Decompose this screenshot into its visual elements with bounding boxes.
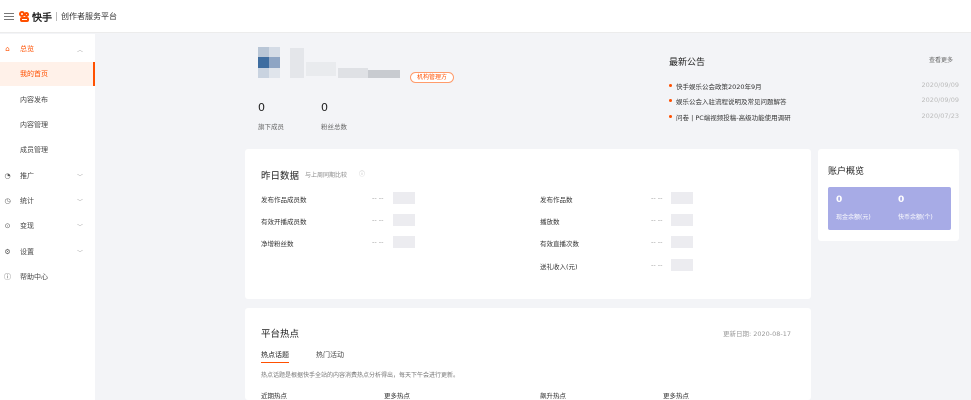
sidebar-item-publish[interactable]: 内容发布 — [0, 88, 95, 112]
sidebar-item-label: 帮助中心 — [20, 273, 48, 281]
sidebar-item-members[interactable]: 成员管理 — [0, 138, 95, 162]
platform-title: 创作者服务平台 — [61, 11, 117, 21]
sidebar-item-promote[interactable]: ◔ 推广 ﹀ — [0, 164, 95, 188]
flame-icon: ◔ — [4, 172, 11, 180]
coin-balance: 0 — [898, 195, 905, 205]
sidebar-item-statistics[interactable]: ◷ 统计 ﹀ — [0, 189, 95, 213]
sidebar-item-label: 内容发布 — [20, 96, 48, 104]
chevron-down-icon: ﹀ — [76, 224, 83, 231]
metric-redacted — [393, 192, 415, 204]
cash-balance: 0 — [836, 195, 843, 205]
bullet-dot — [669, 84, 672, 87]
hot-description: 热点话题是根据快手全站的内容消费热点分析得出，每天下午会进行更新。 — [261, 372, 460, 379]
fans-count: 0 — [321, 101, 328, 114]
money-icon: ⊙ — [4, 222, 11, 230]
metric-label: 播放数 — [540, 218, 560, 226]
metric-value: -- -- — [651, 238, 663, 246]
sidebar-item-label: 设置 — [20, 248, 34, 256]
member-count: 0 — [258, 101, 265, 114]
sidebar: ⌂ 总览 ︿ 我的首页 内容发布 内容管理 成员管理 ◔ 推广 ﹀ ◷ 统计 ﹀… — [0, 34, 95, 400]
metric-redacted — [393, 214, 415, 226]
kuaishou-logo-icon — [19, 10, 30, 22]
metric-label: 净增粉丝数 — [261, 240, 294, 248]
metric-value: -- -- — [372, 216, 384, 224]
sidebar-item-label: 总览 — [20, 45, 34, 53]
metric-value: -- -- — [372, 194, 384, 202]
sidebar-item-label: 内容管理 — [20, 121, 48, 129]
sidebar-item-label: 变现 — [20, 222, 34, 230]
metric-label: 发布作品数 — [540, 196, 573, 204]
announcement-date: 2020/09/09 — [921, 96, 959, 104]
menu-toggle-icon[interactable] — [4, 12, 14, 20]
header-divider — [56, 11, 57, 21]
brand-name: 快手 — [32, 12, 52, 24]
sidebar-item-content-manage[interactable]: 内容管理 — [0, 113, 95, 137]
metric-label: 有效开播成员数 — [261, 218, 307, 226]
tab-hot-events[interactable]: 热门活动 — [316, 350, 344, 360]
announcement-item[interactable]: 问卷 | PC端视频投稿-高级功能使用调研 2020/07/23 — [669, 112, 959, 124]
more-hot-link[interactable]: 更多热点 — [384, 390, 410, 400]
metric-redacted — [671, 259, 693, 271]
metric-value: -- -- — [651, 194, 663, 202]
announcement-text: 娱乐公会入驻流程说明及常见问题解答 — [676, 98, 787, 106]
avatar — [258, 47, 280, 78]
metric-redacted — [393, 236, 415, 248]
chevron-down-icon: ﹀ — [76, 174, 83, 181]
bullet-dot — [669, 115, 672, 118]
chart-icon: ◷ — [4, 197, 11, 205]
metric-redacted — [671, 214, 693, 226]
sidebar-item-label: 推广 — [20, 172, 34, 180]
member-count-label: 旗下成员 — [258, 123, 284, 131]
announcement-text: 问卷 | PC端视频投稿-高级功能使用调研 — [676, 114, 791, 122]
sidebar-item-label: 成员管理 — [20, 146, 48, 154]
logo[interactable]: 快手 — [19, 9, 52, 24]
announcements-title: 最新公告 — [669, 58, 706, 68]
metric-label: 发布作品成员数 — [261, 196, 307, 204]
metric-redacted — [671, 236, 693, 248]
metric-redacted — [671, 192, 693, 204]
chevron-up-icon: ︿ — [76, 47, 83, 54]
announcement-text: 快手娱乐公会政策2020年9月 — [676, 83, 762, 91]
column-header: 飙升热点 — [540, 392, 566, 400]
chevron-down-icon: ﹀ — [76, 199, 83, 206]
coin-balance-label: 快币余额(个) — [898, 214, 933, 221]
fans-count-label: 粉丝总数 — [321, 123, 347, 131]
platform-hot-title: 平台热点 — [261, 329, 300, 340]
metric-value: -- -- — [651, 261, 663, 269]
sidebar-item-overview[interactable]: ⌂ 总览 ︿ — [0, 37, 95, 61]
info-icon[interactable]: ⓘ — [359, 169, 365, 178]
yesterday-data-subtitle: 与上周同期比较 — [305, 172, 348, 179]
sidebar-item-help[interactable]: ⓘ 帮助中心 — [0, 265, 95, 289]
account-balance-panel: 0 现金余额(元) 0 快币余额(个) — [828, 187, 951, 230]
sidebar-item-my-home[interactable]: 我的首页 — [0, 62, 95, 86]
bullet-dot — [669, 99, 672, 102]
update-date: 更新日期: 2020-08-17 — [723, 330, 792, 338]
announcements-more-link[interactable]: 查看更多 — [929, 55, 953, 64]
metric-value: -- -- — [372, 238, 384, 246]
help-icon: ⓘ — [4, 273, 11, 281]
role-badge: 机构管理方 — [410, 72, 455, 83]
sidebar-item-label: 我的首页 — [20, 70, 48, 78]
chevron-down-icon: ﹀ — [76, 250, 83, 257]
announcement-item[interactable]: 娱乐公会入驻流程说明及常见问题解答 2020/09/09 — [669, 96, 959, 108]
yesterday-data-title: 昨日数据 — [261, 171, 300, 182]
account-name-redacted — [290, 48, 410, 80]
sidebar-item-label: 统计 — [20, 197, 34, 205]
metric-label: 送礼收入(元) — [540, 263, 578, 271]
announcement-item[interactable]: 快手娱乐公会政策2020年9月 2020/09/09 — [669, 81, 959, 93]
metric-label: 有效直播次数 — [540, 240, 579, 248]
sidebar-item-settings[interactable]: ⚙ 设置 ﹀ — [0, 240, 95, 264]
column-header: 近期热点 — [261, 392, 287, 400]
account-overview-title: 账户概览 — [828, 167, 865, 177]
sidebar-item-monetize[interactable]: ⊙ 变现 ﹀ — [0, 214, 95, 238]
more-hot-link[interactable]: 更多热点 — [663, 390, 689, 400]
announcement-date: 2020/07/23 — [921, 112, 959, 120]
gear-icon: ⚙ — [4, 248, 11, 256]
cash-balance-label: 现金余额(元) — [836, 214, 871, 221]
announcement-date: 2020/09/09 — [921, 81, 959, 89]
home-icon: ⌂ — [5, 45, 10, 53]
tab-hot-topics[interactable]: 热点话题 — [261, 350, 289, 363]
top-bar: 快手 创作者服务平台 — [0, 0, 971, 33]
metric-value: -- -- — [651, 216, 663, 224]
